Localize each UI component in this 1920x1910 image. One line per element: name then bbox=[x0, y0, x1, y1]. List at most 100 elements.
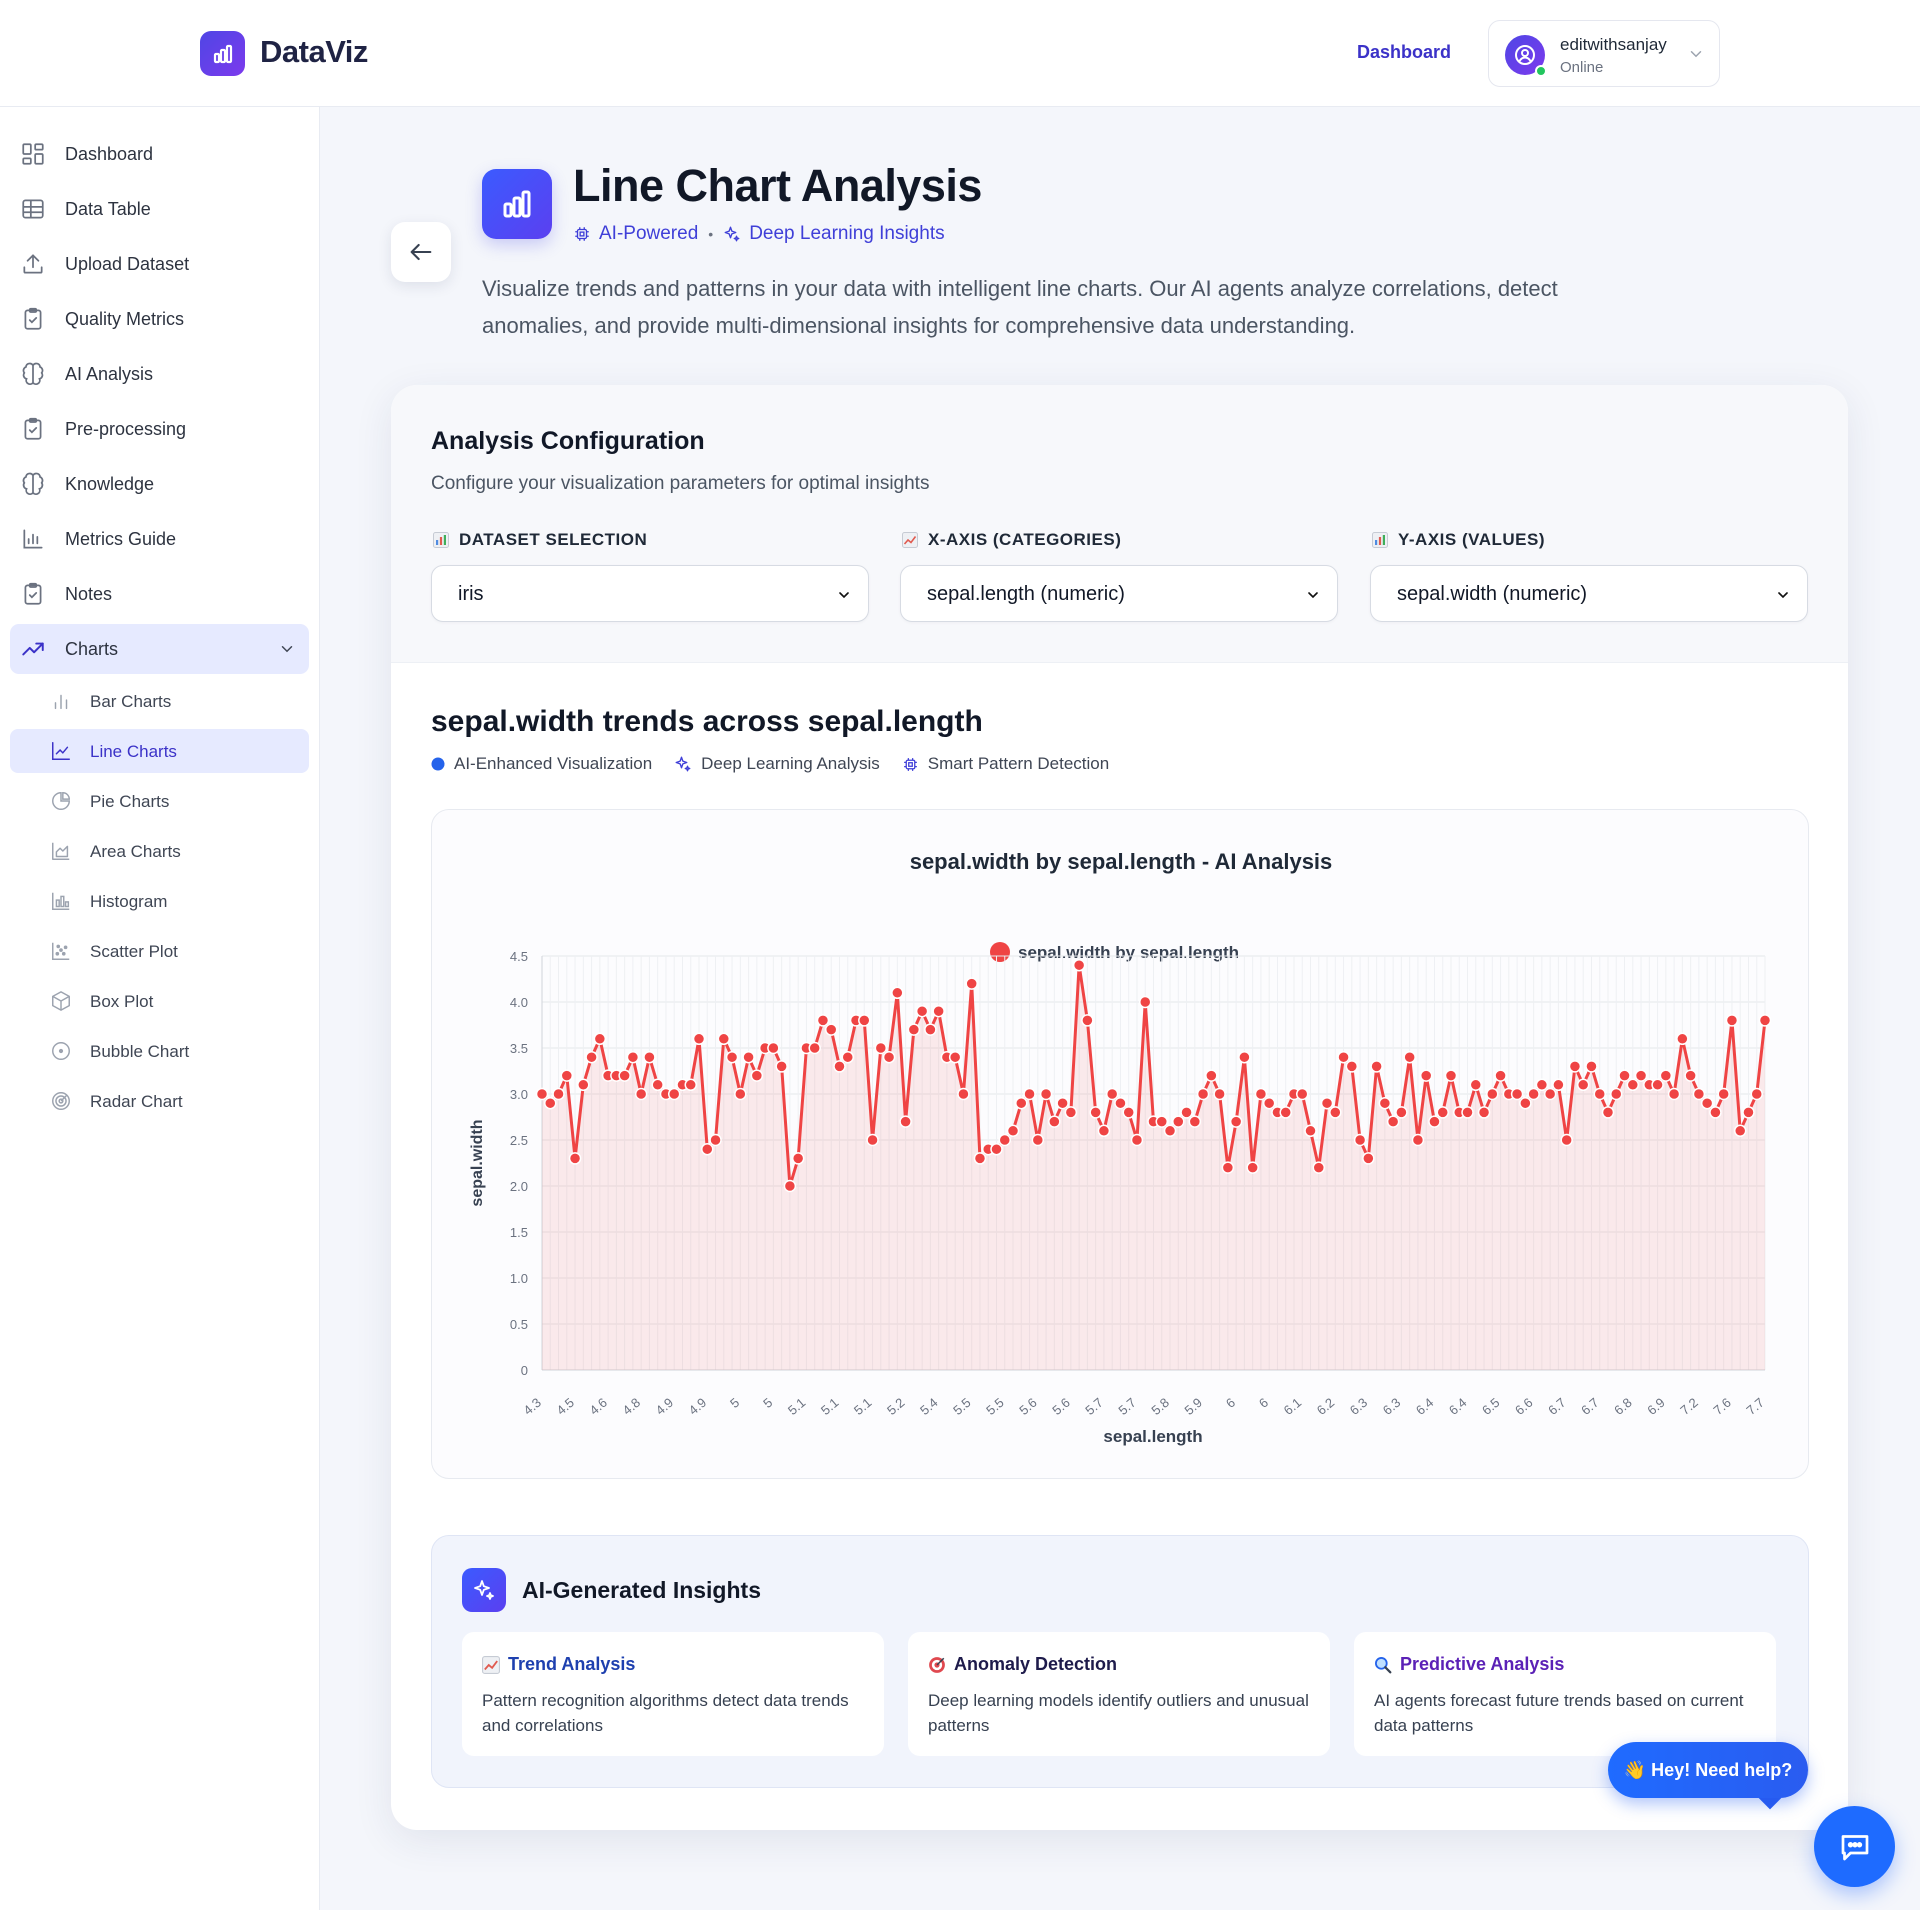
sidebar-subitem-line-charts[interactable]: Line Charts bbox=[10, 729, 309, 773]
brain-icon bbox=[22, 362, 44, 386]
data-point bbox=[1337, 1050, 1350, 1064]
line-chart: sepal.width by sepal.length - AI Analysi… bbox=[431, 809, 1809, 1479]
sidebar-item-quality-metrics[interactable]: Quality Metrics bbox=[10, 294, 309, 344]
x-axis-select[interactable]: sepal.length (numeric) bbox=[900, 565, 1338, 622]
sidebar-item-data-table[interactable]: Data Table bbox=[10, 184, 309, 234]
x-tick-label: 5.4 bbox=[917, 1395, 940, 1418]
sidebar-item-upload-dataset[interactable]: Upload Dataset bbox=[10, 239, 309, 289]
data-point bbox=[1419, 1069, 1433, 1082]
data-point bbox=[1048, 1115, 1061, 1128]
data-point bbox=[1138, 995, 1152, 1009]
data-point bbox=[1114, 1096, 1127, 1110]
nav-dashboard-link[interactable]: Dashboard bbox=[1357, 42, 1451, 63]
x-tick-label: 6.9 bbox=[1644, 1395, 1667, 1418]
data-point bbox=[1262, 1096, 1276, 1110]
sidebar-item-ai-analysis[interactable]: AI Analysis bbox=[10, 349, 309, 399]
x-tick-label: 5 bbox=[760, 1395, 775, 1411]
data-point bbox=[858, 1014, 871, 1027]
x-tick-label: 4.3 bbox=[520, 1395, 543, 1418]
data-point bbox=[816, 1014, 830, 1027]
sidebar-item-notes[interactable]: Notes bbox=[10, 569, 309, 619]
analysis-configuration: Analysis Configuration Configure your vi… bbox=[391, 385, 1848, 663]
x-axis-select-value: sepal.length (numeric) bbox=[927, 583, 1125, 605]
data-point bbox=[1056, 1096, 1069, 1110]
x-tick-label: 5.2 bbox=[884, 1395, 907, 1418]
sidebar-subitem-label: Histogram bbox=[90, 892, 168, 911]
chat-button[interactable] bbox=[1814, 1806, 1895, 1887]
data-point bbox=[932, 1004, 945, 1018]
dataset-select[interactable]: iris bbox=[431, 565, 869, 622]
sidebar-subitem-box-plot[interactable]: Box Plot bbox=[10, 979, 309, 1023]
sidebar-item-label: Quality Metrics bbox=[65, 309, 185, 329]
x-tick-label: 6.8 bbox=[1611, 1395, 1634, 1418]
data-point bbox=[1733, 1124, 1747, 1138]
data-point bbox=[1610, 1087, 1623, 1101]
sidebar-item-pre-processing[interactable]: Pre-processing bbox=[10, 404, 309, 454]
brain-icon bbox=[22, 472, 44, 496]
data-point bbox=[1370, 1060, 1383, 1073]
data-point bbox=[1031, 1133, 1045, 1147]
box-icon bbox=[52, 991, 70, 1011]
data-point bbox=[841, 1050, 854, 1064]
sidebar-subitem-histogram[interactable]: Histogram bbox=[10, 879, 309, 923]
user-status: Online bbox=[1560, 59, 1604, 76]
x-tick-label: 5.1 bbox=[818, 1395, 841, 1418]
page-title: Line Chart Analysis bbox=[573, 160, 982, 211]
x-tick-label: 6.7 bbox=[1578, 1395, 1601, 1418]
data-point bbox=[1254, 1087, 1268, 1101]
x-tick-label: 4.5 bbox=[553, 1395, 576, 1418]
data-point bbox=[1122, 1106, 1135, 1119]
user-menu[interactable]: editwithsanjay Online bbox=[1488, 20, 1720, 87]
x-tick-label: 4.8 bbox=[620, 1395, 643, 1418]
data-point bbox=[1543, 1087, 1557, 1101]
chevron-down-icon bbox=[1778, 592, 1788, 599]
chart-tags: AI-Enhanced Visualization Deep Learning … bbox=[431, 754, 1131, 774]
bubble-icon bbox=[52, 1042, 70, 1060]
help-bubble[interactable]: 👋 Hey! Need help? bbox=[1608, 1742, 1808, 1798]
sidebar-subitem-pie-charts[interactable]: Pie Charts bbox=[10, 779, 309, 823]
header-tags: AI-Powered • Deep Learning Insights bbox=[573, 223, 945, 245]
insights-title: AI-Generated Insights bbox=[522, 1577, 761, 1603]
sidebar-subitem-bubble-chart[interactable]: Bubble Chart bbox=[10, 1029, 309, 1073]
brand-name[interactable]: DataViz bbox=[260, 34, 368, 70]
sidebar-item-metrics-guide[interactable]: Metrics Guide bbox=[10, 514, 309, 564]
data-point bbox=[1329, 1106, 1342, 1119]
sidebar-item-knowledge[interactable]: Knowledge bbox=[10, 459, 309, 509]
data-point bbox=[1576, 1078, 1590, 1092]
data-point bbox=[824, 1023, 838, 1036]
data-point bbox=[585, 1050, 598, 1064]
insight-card-desc: Deep learning models identify outliers a… bbox=[928, 1691, 1309, 1735]
sidebar-subitem-scatter-plot[interactable]: Scatter Plot bbox=[10, 929, 309, 973]
back-button[interactable] bbox=[391, 222, 451, 282]
y-axis-select[interactable]: sepal.width (numeric) bbox=[1370, 565, 1808, 622]
sidebar-subitem-bar-charts[interactable]: Bar Charts bbox=[10, 679, 309, 723]
sidebar-subitem-radar-chart[interactable]: Radar Chart bbox=[10, 1079, 309, 1123]
data-point bbox=[568, 1152, 582, 1165]
chevron-down-icon[interactable] bbox=[278, 640, 296, 658]
data-point bbox=[775, 1060, 788, 1073]
data-point bbox=[1676, 1032, 1689, 1046]
insight-card-title: Anomaly Detection bbox=[928, 1654, 1117, 1675]
sidebar-subitem-area-charts[interactable]: Area Charts bbox=[10, 829, 309, 873]
tag-separator: • bbox=[708, 226, 714, 242]
data-point bbox=[734, 1087, 747, 1101]
data-point bbox=[1089, 1106, 1102, 1119]
x-tick-label: 4.9 bbox=[653, 1395, 676, 1418]
sidebar-item-charts[interactable]: Charts bbox=[10, 624, 309, 674]
chart-title: sepal.width by sepal.length - AI Analysi… bbox=[910, 849, 1333, 874]
data-point bbox=[1659, 1069, 1673, 1082]
data-point bbox=[1461, 1106, 1474, 1119]
cpu-icon bbox=[573, 225, 591, 243]
trend-chart-emoji-icon bbox=[482, 1655, 500, 1674]
sidebar-item-dashboard[interactable]: Dashboard bbox=[10, 129, 309, 179]
y-axis-label: Y-AXIS (VALUES) bbox=[1372, 530, 1545, 550]
x-tick-label: 7.2 bbox=[1677, 1395, 1700, 1418]
data-point bbox=[1560, 1133, 1573, 1147]
data-point bbox=[1180, 1106, 1193, 1119]
data-point bbox=[1709, 1106, 1722, 1119]
insight-card-title: Predictive Analysis bbox=[1374, 1654, 1564, 1675]
x-tick-label: 5.6 bbox=[1016, 1395, 1039, 1418]
logo-icon[interactable] bbox=[200, 31, 245, 76]
x-tick-label: 6.3 bbox=[1380, 1395, 1403, 1418]
data-point bbox=[1064, 1106, 1078, 1119]
